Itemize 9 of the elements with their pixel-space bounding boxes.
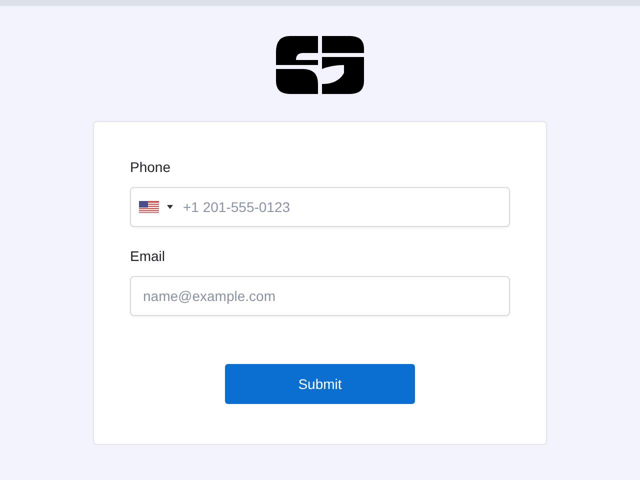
flag-icon[interactable] [139, 201, 159, 213]
submit-button[interactable]: Submit [225, 364, 415, 404]
caret-icon[interactable] [167, 205, 173, 209]
field-label: Email [130, 247, 166, 266]
phone-field[interactable]: +1 201-555-0123 [130, 187, 510, 227]
field-label: Phone [130, 158, 170, 177]
email-input[interactable]: name@example.com [131, 277, 509, 315]
phone-number-input[interactable]: +1 201-555-0123 [173, 188, 509, 226]
logo-icon [276, 36, 364, 94]
